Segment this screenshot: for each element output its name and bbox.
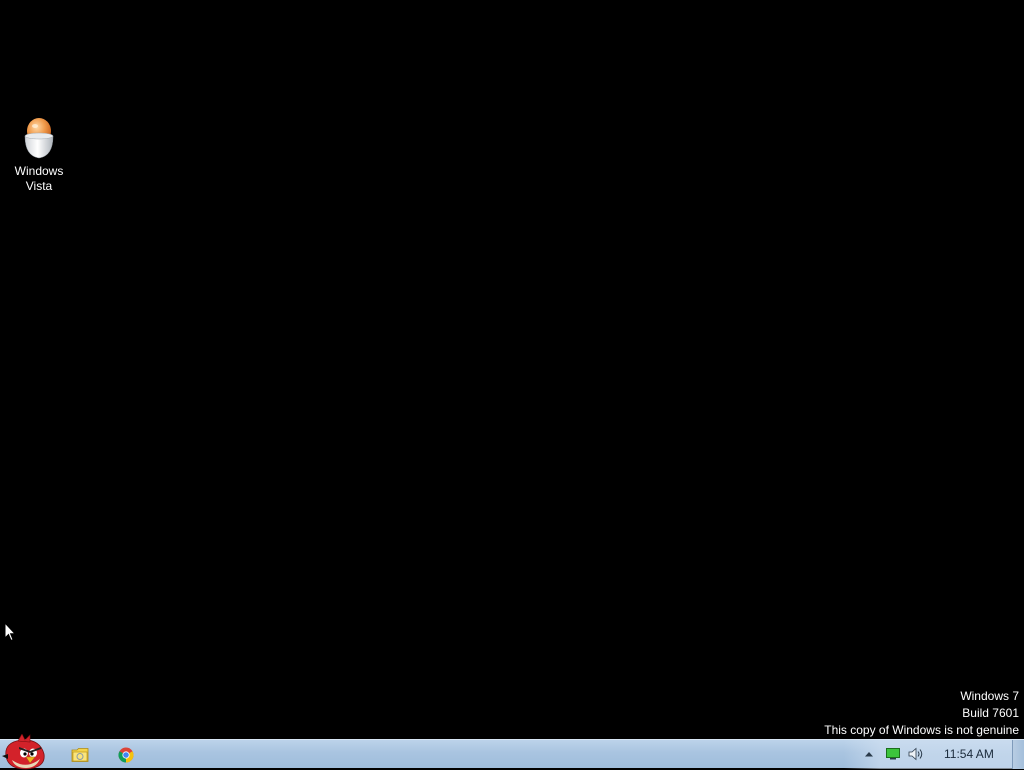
desktop-icon-label: Windows Vista (14, 164, 64, 193)
show-desktop-button[interactable] (1012, 740, 1024, 769)
watermark-genuine-notice: This copy of Windows is not genuine (824, 723, 1019, 737)
taskbar-file-explorer-button[interactable] (60, 742, 100, 767)
desktop-icon-windows-vista[interactable]: Windows Vista (6, 116, 72, 194)
notification-area: 11:54 AM (844, 740, 1024, 769)
watermark-os-name: Windows 7 (960, 689, 1019, 703)
windows-vista-egg-icon (24, 118, 54, 159)
genuine-watermark: Windows 7 Build 7601 This copy of Window… (824, 688, 1019, 739)
network-tray-button[interactable] (884, 746, 902, 762)
network-icon (886, 748, 900, 760)
taskbar: 11:54 AM (0, 734, 1024, 770)
chrome-icon (118, 747, 134, 762)
taskbar-clock[interactable]: 11:54 AM (944, 746, 994, 762)
volume-tray-button[interactable] (907, 746, 925, 762)
desktop[interactable]: Windows Vista Windows 7 Build 7601 This … (0, 0, 1024, 739)
file-explorer-icon (71, 747, 89, 762)
taskbar-chrome-button[interactable] (106, 742, 146, 767)
show-hidden-icons-arrow-icon (865, 752, 873, 757)
show-hidden-icons-button[interactable] (860, 746, 878, 762)
volume-icon (908, 747, 923, 761)
angry-bird-start-icon[interactable] (0, 734, 50, 770)
mouse-pointer-icon (4, 622, 16, 642)
watermark-build: Build 7601 (962, 706, 1019, 720)
